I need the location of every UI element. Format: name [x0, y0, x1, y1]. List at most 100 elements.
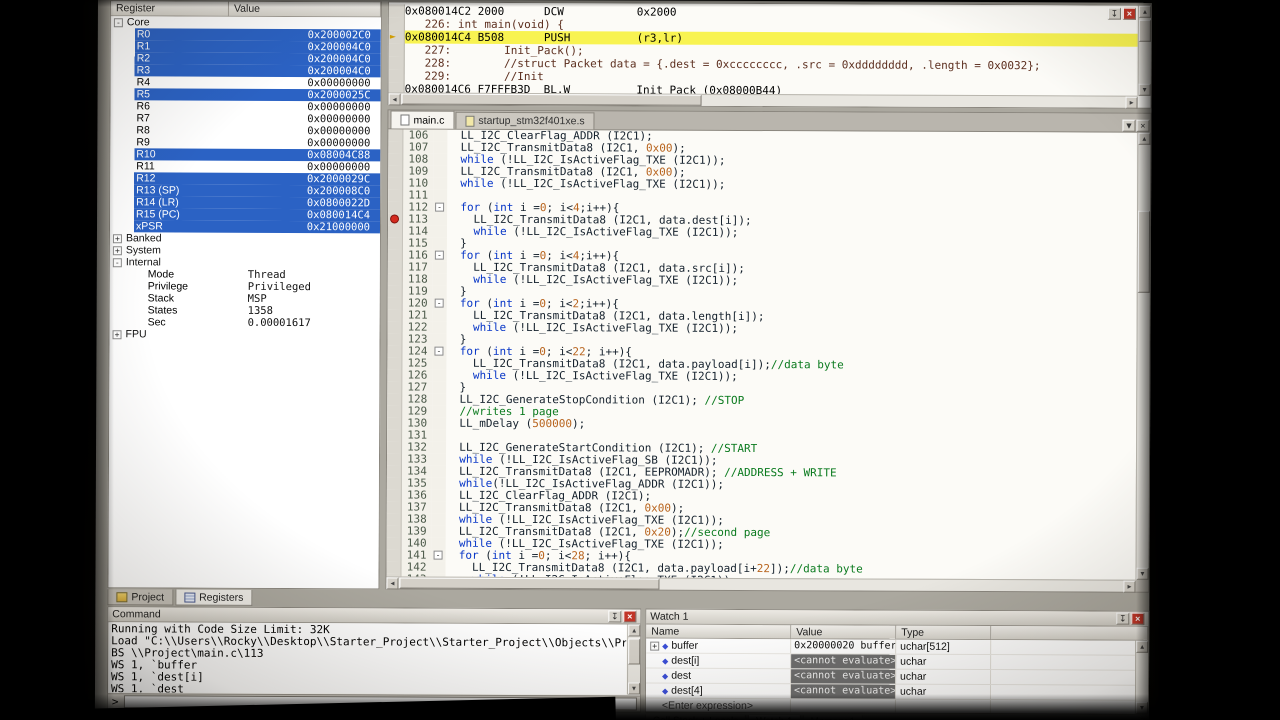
- editor-hscrollbar[interactable]: ◄ ►: [386, 576, 1135, 591]
- watch-value-cell[interactable]: [791, 699, 896, 713]
- register-tree[interactable]: -CoreR00x200002C0R10x200004C0R20x200004C…: [108, 16, 380, 588]
- breakpoint-margin[interactable]: [387, 549, 402, 561]
- scrollbar-thumb[interactable]: [1138, 211, 1150, 293]
- tree-expander-icon[interactable]: -: [113, 258, 122, 267]
- breakpoint-margin[interactable]: [388, 261, 403, 273]
- close-icon[interactable]: ×: [1131, 613, 1144, 625]
- breakpoint-margin[interactable]: [388, 189, 403, 201]
- breakpoint-margin[interactable]: [388, 153, 403, 165]
- watch-type-cell[interactable]: uchar: [896, 670, 991, 684]
- breakpoint-margin[interactable]: [386, 561, 401, 573]
- breakpoint-margin[interactable]: [388, 177, 403, 189]
- fold-collapse-icon[interactable]: -: [434, 347, 443, 356]
- scroll-up-icon[interactable]: ▲: [1138, 133, 1150, 145]
- fold-collapse-icon[interactable]: -: [435, 299, 444, 308]
- tab-list-dropdown-icon[interactable]: ▼: [1122, 120, 1135, 132]
- editor-tab[interactable]: startup_stm32f401xe.s: [455, 112, 594, 130]
- scrollbar-thumb[interactable]: [402, 93, 702, 105]
- breakpoint-margin[interactable]: [388, 129, 403, 141]
- close-icon[interactable]: ×: [1123, 8, 1136, 20]
- scrollbar-thumb[interactable]: [628, 638, 640, 664]
- breakpoint-margin[interactable]: [388, 297, 403, 309]
- breakpoint-margin[interactable]: [387, 357, 402, 369]
- register-detail-row[interactable]: Sec0.00001617: [110, 316, 380, 329]
- column-header-value[interactable]: Value: [229, 2, 381, 18]
- scroll-down-icon[interactable]: ▼: [1136, 702, 1148, 714]
- pin-icon[interactable]: ↧: [1108, 8, 1121, 20]
- breakpoint-margin[interactable]: [387, 501, 402, 513]
- scroll-right-icon[interactable]: ►: [1126, 97, 1138, 109]
- breakpoint-margin[interactable]: [388, 141, 403, 153]
- register-group[interactable]: +FPU: [110, 328, 380, 341]
- tab-close-icon[interactable]: ×: [1136, 120, 1149, 132]
- editor-vscrollbar[interactable]: ▲ ▼: [1135, 133, 1150, 580]
- tree-expander-icon[interactable]: -: [114, 18, 123, 27]
- tree-expander-icon[interactable]: +: [113, 330, 122, 339]
- watch-type-cell[interactable]: [896, 700, 991, 714]
- watch-name-cell[interactable]: +◆buffer: [646, 639, 791, 654]
- column-header-name[interactable]: Name: [646, 625, 791, 640]
- scroll-up-icon[interactable]: ▲: [1139, 6, 1151, 18]
- disassembly-vscrollbar[interactable]: ▲ ▼: [1138, 6, 1151, 96]
- watch-value-cell[interactable]: <cannot evaluate>: [791, 684, 896, 698]
- watch-vscrollbar[interactable]: ▲ ▼: [1135, 641, 1148, 714]
- breakpoint-margin[interactable]: [388, 225, 403, 237]
- dock-tab-memory-1[interactable]: Memory 1: [802, 715, 863, 720]
- scroll-down-icon[interactable]: ▼: [1136, 568, 1148, 580]
- watch-type-cell[interactable]: uchar: [896, 685, 991, 699]
- breakpoint-margin[interactable]: [388, 273, 403, 285]
- fold-collapse-icon[interactable]: -: [434, 551, 443, 560]
- breakpoint-marker[interactable]: [388, 213, 403, 225]
- command-input[interactable]: [124, 695, 637, 710]
- watch-name-cell[interactable]: ◆dest: [646, 669, 791, 684]
- scrollbar-thumb[interactable]: [1139, 20, 1151, 42]
- watch-row[interactable]: <Enter expression>: [646, 699, 1135, 714]
- dock-tab-registers[interactable]: Registers: [175, 590, 252, 606]
- breakpoint-margin[interactable]: [387, 453, 402, 465]
- scroll-right-icon[interactable]: ►: [1123, 581, 1135, 593]
- fold-collapse-icon[interactable]: -: [435, 251, 444, 260]
- pin-icon[interactable]: ↧: [1116, 613, 1129, 625]
- breakpoint-margin[interactable]: [388, 309, 403, 321]
- command-output[interactable]: Running with Code Size Limit: 32KLoad "C…: [109, 622, 626, 694]
- editor-tab[interactable]: main.c: [390, 110, 454, 128]
- close-icon[interactable]: ×: [623, 610, 636, 622]
- command-vscrollbar[interactable]: ▲ ▼: [627, 624, 640, 694]
- disassembly-content[interactable]: 0x080014C2 2000 DCW 0x2000 226: int main…: [389, 2, 1138, 95]
- breakpoint-margin[interactable]: [387, 429, 402, 441]
- breakpoint-margin[interactable]: [387, 405, 402, 417]
- watch-value-cell[interactable]: <cannot evaluate>: [791, 669, 896, 683]
- breakpoint-margin[interactable]: [387, 441, 402, 453]
- breakpoint-margin[interactable]: [387, 477, 402, 489]
- watch-name-cell[interactable]: ◆dest[i]: [646, 654, 791, 669]
- watch-rows[interactable]: +◆buffer0x20000020 buffer[] ""uchar[512]…: [646, 639, 1135, 714]
- breakpoint-margin[interactable]: [387, 513, 402, 525]
- tree-expander-icon[interactable]: +: [650, 641, 659, 650]
- scroll-down-icon[interactable]: ▼: [1139, 84, 1151, 96]
- breakpoint-margin[interactable]: [387, 417, 402, 429]
- breakpoint-margin[interactable]: [387, 369, 402, 381]
- breakpoint-margin[interactable]: [388, 201, 403, 213]
- watch-name-cell[interactable]: <Enter expression>: [646, 699, 791, 714]
- watch-value-cell[interactable]: <cannot evaluate>: [791, 654, 896, 668]
- breakpoint-margin[interactable]: [387, 489, 402, 501]
- scroll-down-icon[interactable]: ▼: [628, 682, 640, 694]
- fold-collapse-icon[interactable]: -: [435, 203, 444, 212]
- scroll-up-icon[interactable]: ▲: [1136, 641, 1148, 653]
- breakpoint-margin[interactable]: [388, 249, 403, 261]
- column-header-register[interactable]: Register: [111, 1, 229, 17]
- breakpoint-margin[interactable]: [387, 537, 402, 549]
- disassembly-hscrollbar[interactable]: ◄ ►: [389, 92, 1138, 107]
- scrollbar-thumb[interactable]: [399, 577, 659, 589]
- tree-expander-icon[interactable]: +: [113, 234, 122, 243]
- watch-value-cell[interactable]: 0x20000020 buffer[] "": [791, 639, 896, 653]
- scroll-up-icon[interactable]: ▲: [628, 624, 640, 636]
- tree-expander-icon[interactable]: +: [113, 246, 122, 255]
- breakpoint-margin[interactable]: [387, 381, 402, 393]
- breakpoint-margin[interactable]: [387, 525, 402, 537]
- breakpoint-margin[interactable]: [388, 237, 403, 249]
- breakpoint-margin[interactable]: [388, 165, 403, 177]
- breakpoint-margin[interactable]: [387, 465, 402, 477]
- watch-type-cell[interactable]: uchar: [896, 655, 991, 669]
- code-editor[interactable]: 106 LL_I2C_ClearFlag_ADDR (I2C1);107 LL_…: [386, 129, 1137, 579]
